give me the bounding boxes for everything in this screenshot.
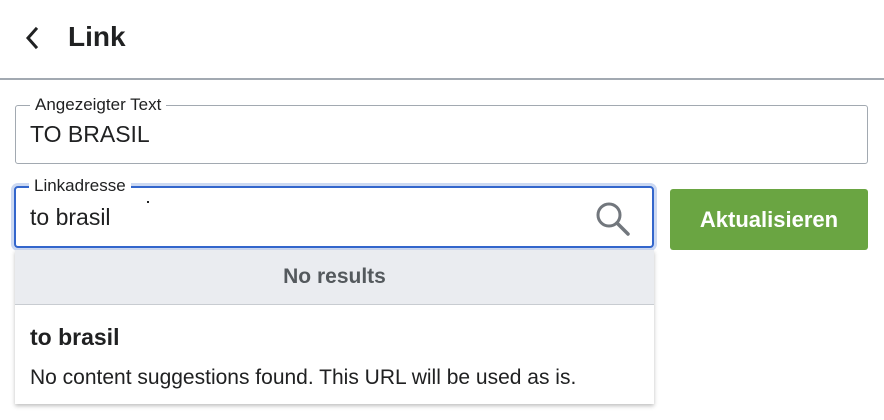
link-address-field[interactable]: Linkadresse to brasil <box>14 176 654 248</box>
text-cursor-marker <box>147 201 149 203</box>
no-results-header: No results <box>15 250 654 305</box>
dialog-header: Link <box>0 0 884 80</box>
display-text-field[interactable]: Angezeigter Text TO BRASIL <box>15 95 868 164</box>
dialog-title: Link <box>68 21 126 52</box>
suggestion-item[interactable]: to brasil No content suggestions found. … <box>15 306 654 404</box>
update-button[interactable]: Aktualisieren <box>670 189 868 250</box>
suggestions-dropdown: No results to brasil No content suggesti… <box>15 250 654 404</box>
display-text-input[interactable]: TO BRASIL <box>30 120 150 148</box>
link-address-input[interactable]: to brasil <box>30 203 111 231</box>
link-address-label: Linkadresse <box>29 176 131 196</box>
search-icon[interactable] <box>594 200 632 238</box>
display-text-label: Angezeigter Text <box>30 95 167 115</box>
suggestion-description: No content suggestions found. This URL w… <box>30 366 577 389</box>
chevron-left-icon <box>25 26 39 50</box>
suggestion-title: to brasil <box>30 324 120 350</box>
back-button[interactable] <box>14 20 50 56</box>
